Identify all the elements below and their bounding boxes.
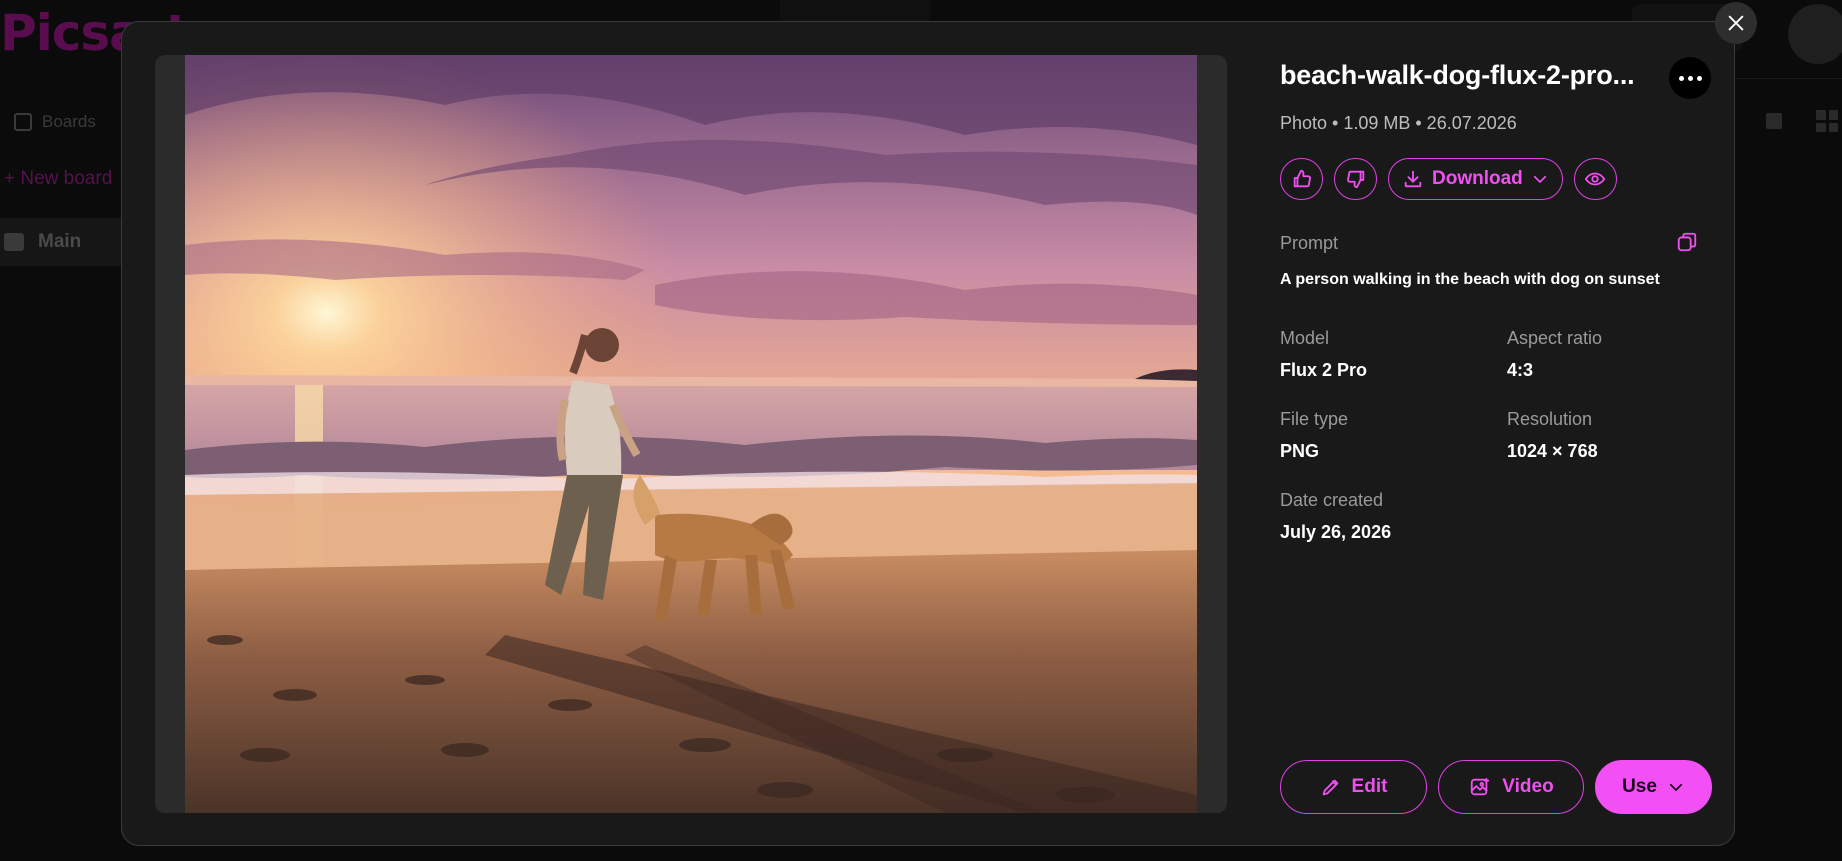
prompt-text: A person walking in the beach with dog o… — [1280, 271, 1660, 288]
file-type-label: File type — [1280, 409, 1349, 429]
resolution-label: Resolution — [1507, 409, 1593, 429]
edit-label: Edit — [1351, 776, 1388, 797]
image-actions: Download — [1280, 158, 1617, 200]
image-title: beach-walk-dog-flux-2-pro... — [1280, 60, 1635, 90]
more-icon — [1678, 75, 1684, 81]
sidebar-boards[interactable]: Boards — [14, 112, 96, 132]
copy-prompt-button[interactable] — [1676, 231, 1698, 253]
image-preview — [155, 55, 1227, 813]
folder-icon — [4, 233, 24, 251]
image-detail-modal: beach-walk-dog-flux-2-pro... Photo • 1.0… — [121, 21, 1735, 846]
avatar[interactable] — [1788, 4, 1842, 64]
download-icon — [1404, 170, 1422, 188]
thumbs-down-icon — [1346, 170, 1364, 189]
download-label: Download — [1432, 168, 1523, 189]
copy-icon — [1677, 232, 1697, 252]
pencil-icon — [1322, 779, 1338, 796]
eye-icon — [1585, 172, 1606, 186]
resolution-value: 1024 × 768 — [1507, 441, 1598, 461]
more-options-button[interactable] — [1669, 57, 1711, 99]
grid-view-icon[interactable] — [1816, 110, 1838, 132]
date-created-value: July 26, 2026 — [1280, 522, 1392, 542]
close-icon — [1728, 15, 1744, 31]
image-details-panel: beach-walk-dog-flux-2-pro... Photo • 1.0… — [1280, 55, 1712, 815]
boards-label: Boards — [42, 112, 96, 131]
use-label: Use — [1622, 776, 1657, 797]
download-button[interactable]: Download — [1388, 158, 1563, 200]
image-meta: Photo • 1.09 MB • 26.07.2026 — [1280, 113, 1517, 133]
chevron-down-icon — [1533, 175, 1546, 183]
prompt-label: Prompt — [1280, 233, 1339, 253]
sidebar-toggle-icon — [14, 113, 32, 131]
dislike-button[interactable] — [1334, 158, 1377, 200]
aspect-ratio-value: 4:3 — [1507, 360, 1534, 380]
new-board-button[interactable]: + New board — [4, 168, 112, 190]
model-label: Model — [1280, 328, 1330, 348]
bottom-actions: Edit Video Use — [1280, 760, 1712, 814]
model-value: Flux 2 Pro — [1280, 360, 1368, 380]
video-button[interactable]: Video — [1438, 760, 1584, 814]
divider — [1736, 78, 1842, 79]
date-created-label: Date created — [1280, 490, 1384, 510]
sidebar-item-main[interactable]: Main — [0, 218, 130, 266]
video-icon — [1471, 777, 1490, 796]
aspect-ratio-label: Aspect ratio — [1507, 328, 1603, 348]
video-label: Video — [1502, 776, 1554, 797]
file-type-value: PNG — [1280, 441, 1320, 461]
sidebar-item-label: Main — [38, 231, 82, 252]
edit-button[interactable]: Edit — [1280, 760, 1427, 814]
list-view-icon[interactable] — [1766, 113, 1782, 129]
like-button[interactable] — [1280, 158, 1323, 200]
use-button[interactable]: Use — [1595, 760, 1712, 814]
preview-button[interactable] — [1573, 158, 1617, 200]
close-modal-button[interactable] — [1715, 2, 1757, 44]
chevron-down-icon — [1669, 783, 1682, 791]
generated-image — [185, 55, 1197, 813]
thumbs-up-icon — [1293, 169, 1311, 188]
